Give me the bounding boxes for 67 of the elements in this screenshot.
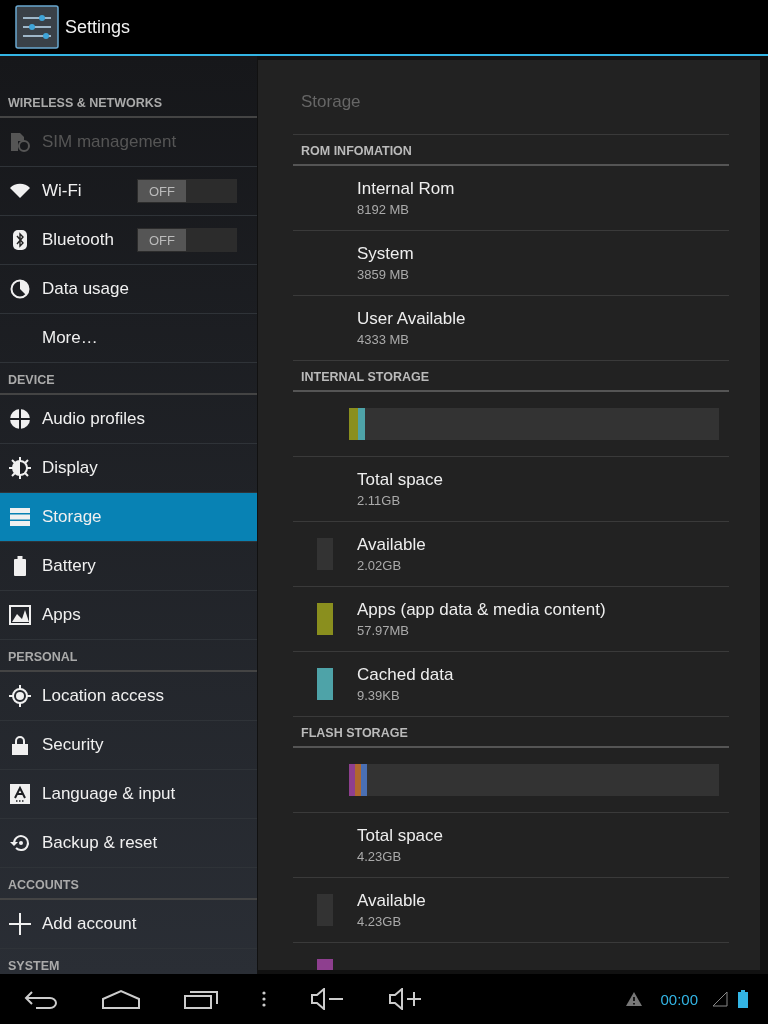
storage-item-title: Apps (app data & media content): [357, 600, 606, 620]
quartered-circle-icon: [9, 408, 31, 430]
menu-icon[interactable]: [262, 991, 266, 1007]
settings-menu-item[interactable]: Apps: [0, 591, 257, 640]
plus-icon: [9, 913, 31, 935]
settings-menu-item[interactable]: Data usage: [0, 265, 257, 314]
backup-restore-icon: [9, 833, 31, 853]
settings-menu-item[interactable]: Location access: [0, 672, 257, 721]
storage-item-title: Available: [357, 891, 426, 911]
storage-item-value: 2.02GB: [357, 558, 403, 573]
toggle-switch[interactable]: OFF: [137, 179, 237, 203]
storage-item-value: 3859 MB: [357, 267, 411, 282]
wifi-icon: [9, 183, 31, 199]
battery-icon: [738, 990, 748, 1008]
storage-item-value: 4.23GB: [357, 849, 403, 864]
storage-item-title: Internal Rom: [357, 179, 455, 199]
signal-icon: [712, 991, 728, 1007]
storage-item-title: User Available: [357, 309, 466, 329]
section-header: DEVICE: [0, 363, 257, 395]
section-header: INTERNAL STORAGE: [293, 361, 729, 392]
lock-icon: [12, 735, 28, 755]
home-icon[interactable]: [102, 989, 140, 1009]
settings-sliders-icon[interactable]: [15, 5, 59, 49]
section-header: ROM INFOMATION: [293, 135, 729, 166]
storage-item-value: 9.39KB: [357, 688, 401, 703]
pie-chart-icon: [10, 279, 30, 299]
apps-picture-icon: [9, 605, 31, 625]
settings-menu-item[interactable]: Audio profiles: [0, 395, 257, 444]
sim-card-icon: [9, 132, 31, 152]
storage-item-value: 8192 MB: [357, 202, 411, 217]
settings-menu-item[interactable]: Bluetooth OFF: [0, 216, 257, 265]
volume-down-icon[interactable]: [310, 988, 344, 1010]
settings-menu-item[interactable]: Add account: [0, 900, 257, 949]
location-target-icon: [9, 685, 31, 707]
keyboard-letter-icon: [10, 784, 30, 804]
section-header: ACCOUNTS: [0, 868, 257, 900]
storage-item-value: 2.11GB: [357, 493, 402, 508]
storage-item-title: Total space: [357, 470, 443, 490]
storage-item-title: System: [357, 244, 414, 264]
storage-item-value: 4.23GB: [357, 914, 403, 929]
section-header: WIRELESS & NETWORKS: [0, 86, 257, 118]
settings-menu-item[interactable]: More…: [0, 314, 257, 363]
storage-item-title: Total space: [357, 826, 443, 846]
volume-up-icon[interactable]: [388, 988, 422, 1010]
storage-item-title: Available: [357, 535, 426, 555]
settings-menu-item[interactable]: Wi-Fi OFF: [0, 167, 257, 216]
settings-menu-item[interactable]: Language & input: [0, 770, 257, 819]
settings-menu-item[interactable]: Security: [0, 721, 257, 770]
section-header: FLASH STORAGE: [293, 717, 729, 748]
page-title: Storage: [293, 60, 729, 135]
storage-item-value: 4333 MB: [357, 332, 411, 347]
clock: 00:00: [660, 990, 698, 1008]
toggle-switch[interactable]: OFF: [137, 228, 237, 252]
warning-icon: [626, 992, 643, 1006]
back-icon[interactable]: [24, 989, 58, 1009]
bluetooth-icon: [13, 230, 27, 250]
section-header: PERSONAL: [0, 640, 257, 672]
storage-icon: [10, 508, 30, 526]
app-title: Settings: [65, 16, 131, 38]
storage-item-value: 57.97MB: [357, 623, 411, 638]
brightness-icon: [9, 457, 31, 479]
storage-item-title: Cached data: [357, 665, 454, 685]
battery-icon: [14, 556, 26, 576]
settings-menu-item[interactable]: Backup & reset: [0, 819, 257, 868]
settings-menu-item[interactable]: Battery: [0, 542, 257, 591]
settings-menu-item[interactable]: Storage: [0, 493, 257, 542]
recent-apps-icon[interactable]: [184, 989, 218, 1009]
